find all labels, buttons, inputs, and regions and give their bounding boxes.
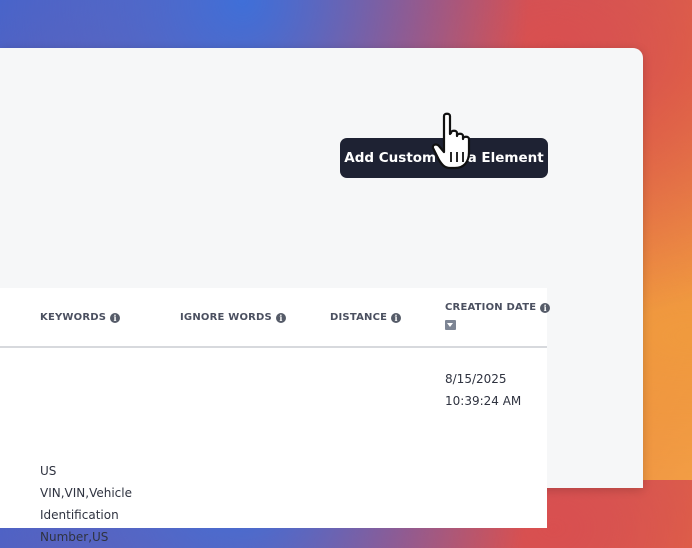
- column-header-creation-date[interactable]: CREATION DATE i: [445, 302, 551, 313]
- info-icon[interactable]: i: [110, 312, 121, 323]
- hand-pointer-icon: [431, 112, 471, 170]
- data-elements-table: KEYWORDS i IGNORE WORDS i DISTANCE i CRE…: [0, 288, 551, 544]
- column-header-distance[interactable]: DISTANCE i: [330, 312, 402, 323]
- app-window: Add Custom Data Element KEYWORDS i IGNOR…: [0, 48, 643, 544]
- column-header-keywords[interactable]: KEYWORDS i: [40, 312, 121, 323]
- creation-date-cell: 8/15/2025 10:39:24 AM: [445, 372, 522, 408]
- info-icon[interactable]: i: [275, 312, 286, 323]
- column-header-ignore-words[interactable]: IGNORE WORDS i: [180, 312, 286, 323]
- table-header: KEYWORDS i IGNORE WORDS i DISTANCE i CRE…: [0, 288, 551, 348]
- keywords-cell: US VIN,VIN,Vehicle Identification Number…: [40, 464, 132, 544]
- info-icon[interactable]: i: [540, 302, 551, 313]
- sort-down-icon[interactable]: [445, 320, 456, 330]
- info-icon[interactable]: i: [391, 312, 402, 323]
